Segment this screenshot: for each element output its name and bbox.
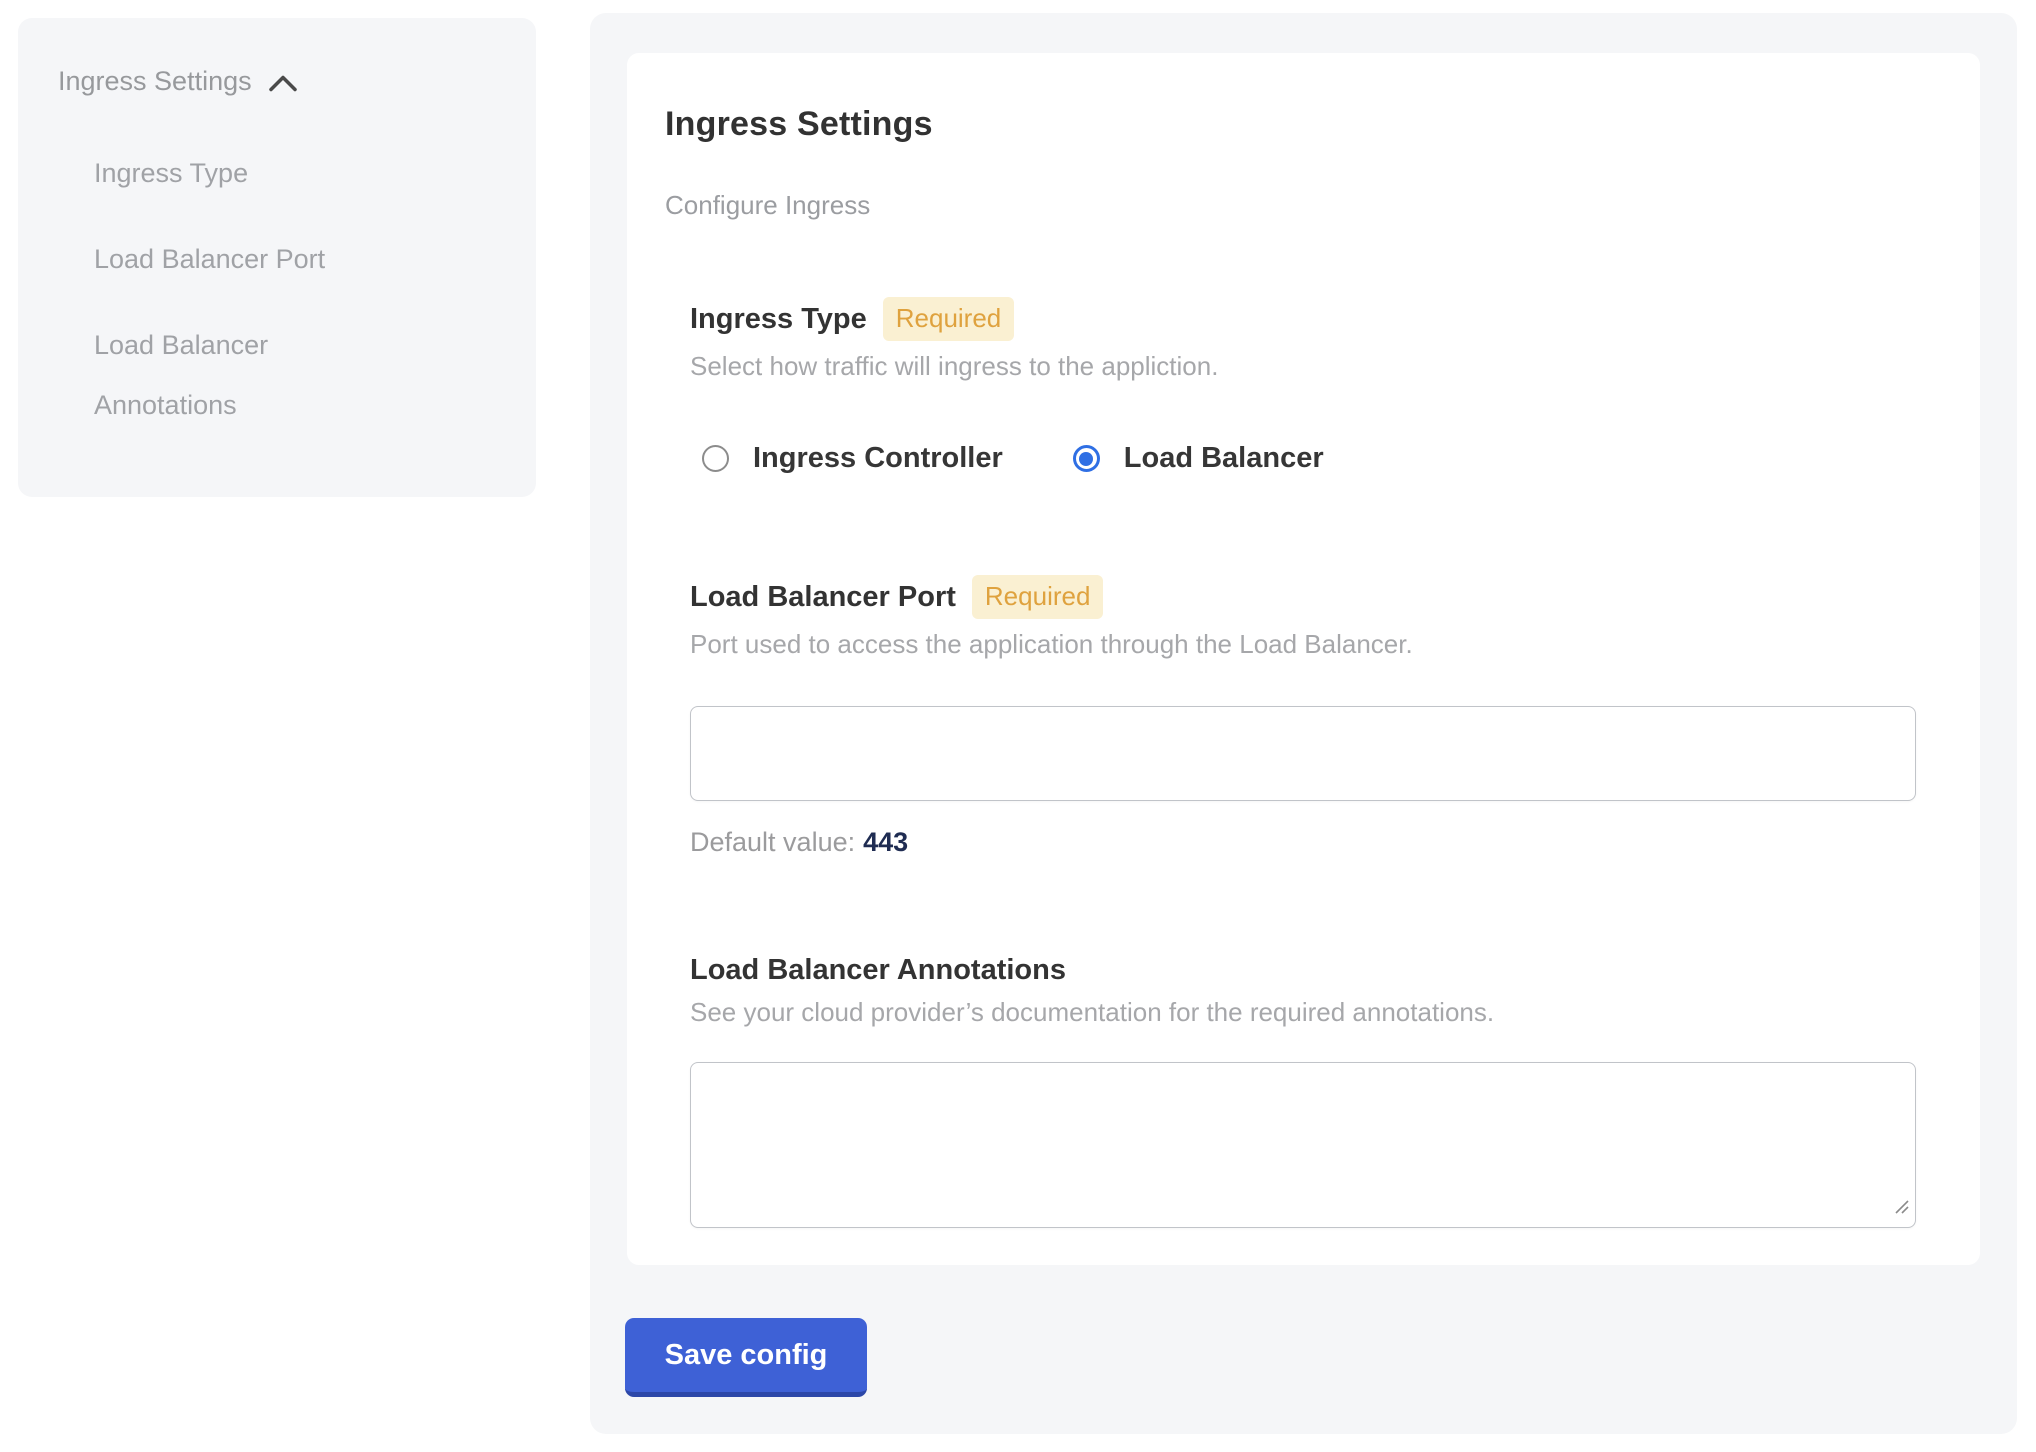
load-balancer-annotations-label: Load Balancer Annotations [690,954,1066,987]
ingress-type-radio-group: Ingress Controller Load Balancer [690,442,1980,475]
config-group-card: Ingress Settings Configure Ingress Ingre… [627,53,1980,1265]
radio-load-balancer-label: Load Balancer [1124,442,1324,475]
radio-load-balancer[interactable]: Load Balancer [1073,442,1324,475]
config-main-panel: Ingress Settings Configure Ingress Ingre… [590,13,2017,1434]
ingress-type-help: Select how traffic will ingress to the a… [690,351,1980,382]
required-badge: Required [972,575,1104,619]
radio-unchecked-icon [702,445,729,472]
config-nav-sidebar: Ingress Settings Ingress Type Load Balan… [18,18,536,497]
load-balancer-port-help: Port used to access the application thro… [690,629,1980,660]
field-load-balancer-annotations: Load Balancer Annotations See your cloud… [690,954,1980,1228]
sidebar-item-load-balancer-port[interactable]: Load Balancer Port [94,229,394,289]
chevron-up-icon [268,74,298,93]
load-balancer-annotations-textarea[interactable] [690,1062,1916,1228]
page-subtitle: Configure Ingress [665,190,1980,221]
load-balancer-port-label: Load Balancer Port [690,581,956,614]
load-balancer-port-input[interactable] [690,706,1916,801]
field-load-balancer-port: Load Balancer Port Required Port used to… [690,575,1980,858]
sidebar-group-ingress-settings[interactable]: Ingress Settings [58,66,500,97]
load-balancer-annotations-help: See your cloud provider’s documentation … [690,997,1980,1028]
radio-checked-icon [1073,445,1100,472]
required-badge: Required [883,297,1015,341]
radio-ingress-controller-label: Ingress Controller [753,442,1003,475]
default-value: 443 [863,827,908,857]
ingress-type-label: Ingress Type [690,303,867,336]
save-config-button[interactable]: Save config [625,1318,867,1397]
field-ingress-type: Ingress Type Required Select how traffic… [690,297,1980,475]
radio-ingress-controller[interactable]: Ingress Controller [702,442,1003,475]
default-value-label: Default value: [690,827,855,857]
sidebar-item-load-balancer-annotations[interactable]: Load Balancer Annotations [94,315,394,435]
sidebar-nav: Ingress Type Load Balancer Port Load Bal… [94,143,394,435]
page-title: Ingress Settings [665,105,1980,144]
default-value-line: Default value: 443 [690,827,1980,858]
sidebar-item-ingress-type[interactable]: Ingress Type [94,143,394,203]
sidebar-group-label: Ingress Settings [58,66,252,97]
